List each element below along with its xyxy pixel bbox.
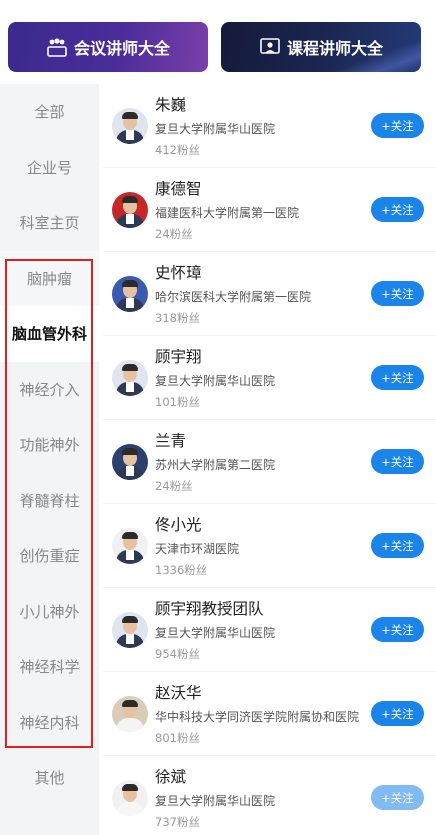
doctor-fans: 24粉丝 xyxy=(155,227,193,241)
sidebar-item-neurology[interactable]: 神经内科 xyxy=(0,695,99,751)
list-item[interactable]: 康德智 福建医科大学附属第一医院 24粉丝 +关注 xyxy=(103,168,436,251)
doctor-org: 复旦大学附属华山医院 xyxy=(155,626,276,640)
list-item[interactable]: 顾宇翔 复旦大学附属华山医院 101粉丝 +关注 xyxy=(103,336,436,419)
doctor-fans: 24粉丝 xyxy=(155,479,193,493)
doctor-fans: 801粉丝 xyxy=(155,731,200,745)
sidebar-item-trauma[interactable]: 创伤重症 xyxy=(0,528,99,584)
doctor-org: 复旦大学附属华山医院 xyxy=(155,374,276,388)
course-lecturers-label: 课程讲师大全 xyxy=(286,39,383,58)
doctor-name: 顾宇翔教授团队 xyxy=(155,600,264,618)
presenter-icon xyxy=(259,37,281,57)
doctor-fans: 737粉丝 xyxy=(155,815,200,829)
doctor-org: 哈尔滨医科大学附属第一医院 xyxy=(155,290,312,304)
list-item[interactable]: 顾宇翔教授团队 复旦大学附属华山医院 954粉丝 +关注 xyxy=(103,588,436,671)
sidebar-item-enterprise[interactable]: 企业号 xyxy=(0,140,99,196)
avatar xyxy=(112,528,148,564)
doctor-name: 顾宇翔 xyxy=(155,348,202,366)
avatar xyxy=(112,360,148,396)
doctor-name: 赵沃华 xyxy=(155,684,202,702)
avatar xyxy=(112,108,148,144)
follow-button[interactable]: +关注 xyxy=(371,617,424,642)
doctor-fans: 1336粉丝 xyxy=(155,563,208,577)
follow-button[interactable]: +关注 xyxy=(371,281,424,306)
follow-button[interactable]: +关注 xyxy=(371,365,424,390)
follow-button[interactable]: +关注 xyxy=(371,197,424,222)
avatar xyxy=(112,696,148,732)
doctor-org: 华中科技大学同济医学院附属协和医院 xyxy=(155,710,360,724)
follow-button[interactable]: +关注 xyxy=(371,533,424,558)
meeting-lecturers-label: 会议讲师大全 xyxy=(73,39,170,58)
doctor-fans: 318粉丝 xyxy=(155,311,200,325)
doctor-list: 朱巍 复旦大学附属华山医院 412粉丝 +关注 康德智 福建医科大学附属第一医院… xyxy=(103,84,436,835)
sidebar-item-spine[interactable]: 脊髓脊柱 xyxy=(0,473,99,529)
doctor-name: 兰青 xyxy=(155,432,187,450)
doctor-org: 苏州大学附属第二医院 xyxy=(155,458,276,472)
sidebar-item-neuro-intervention[interactable]: 神经介入 xyxy=(0,362,99,418)
avatar xyxy=(112,612,148,648)
doctor-name: 康德智 xyxy=(155,180,202,198)
avatar xyxy=(112,276,148,312)
follow-button[interactable]: +关注 xyxy=(371,449,424,474)
doctor-name: 史怀璋 xyxy=(155,264,202,282)
top-banner-bar: 会议讲师大全 课程讲师大全 xyxy=(0,0,436,84)
avatar xyxy=(112,192,148,228)
avatar xyxy=(112,780,148,816)
sidebar-item-other[interactable]: 其他 xyxy=(0,750,99,806)
doctor-org: 天津市环湖医院 xyxy=(155,542,240,556)
doctor-org: 福建医科大学附属第一医院 xyxy=(155,206,300,220)
avatar xyxy=(112,444,148,480)
sidebar-item-department[interactable]: 科室主页 xyxy=(0,195,99,251)
doctor-org: 复旦大学附属华山医院 xyxy=(155,122,276,136)
follow-button[interactable]: +关注 xyxy=(371,785,424,810)
list-item[interactable]: 佟小光 天津市环湖医院 1336粉丝 +关注 xyxy=(103,504,436,587)
sidebar-item-brain-tumor[interactable]: 脑肿瘤 xyxy=(0,250,99,306)
doctor-org: 复旦大学附属华山医院 xyxy=(155,794,276,808)
doctor-name: 佟小光 xyxy=(155,516,202,534)
doctor-name: 徐斌 xyxy=(155,768,187,786)
meeting-lecturers-banner[interactable]: 会议讲师大全 xyxy=(8,22,208,72)
doctor-fans: 101粉丝 xyxy=(155,395,200,409)
category-sidebar: 全部 企业号 科室主页 脑肿瘤 脑血管外科 神经介入 功能神外 脊髓脊柱 创伤重… xyxy=(0,84,99,835)
follow-button[interactable]: +关注 xyxy=(371,113,424,138)
doctor-name: 朱巍 xyxy=(155,96,187,114)
list-item[interactable]: 徐斌 复旦大学附属华山医院 737粉丝 +关注 xyxy=(103,756,436,835)
sidebar-item-all[interactable]: 全部 xyxy=(0,84,99,140)
sidebar-item-neuroscience[interactable]: 神经科学 xyxy=(0,639,99,695)
doctor-fans: 954粉丝 xyxy=(155,647,200,661)
sidebar-item-functional[interactable]: 功能神外 xyxy=(0,417,99,473)
list-item[interactable]: 赵沃华 华中科技大学同济医学院附属协和医院 801粉丝 +关注 xyxy=(103,672,436,755)
doctor-fans: 412粉丝 xyxy=(155,143,200,157)
list-item[interactable]: 史怀璋 哈尔滨医科大学附属第一医院 318粉丝 +关注 xyxy=(103,252,436,335)
list-item[interactable]: 朱巍 复旦大学附属华山医院 412粉丝 +关注 xyxy=(103,84,436,167)
course-lecturers-banner[interactable]: 课程讲师大全 xyxy=(221,22,421,72)
sidebar-item-pediatric[interactable]: 小儿神外 xyxy=(0,584,99,640)
group-icon xyxy=(46,37,68,57)
sidebar-item-cerebrovascular[interactable]: 脑血管外科 xyxy=(0,306,99,362)
follow-button[interactable]: +关注 xyxy=(371,701,424,726)
list-item[interactable]: 兰青 苏州大学附属第二医院 24粉丝 +关注 xyxy=(103,420,436,503)
